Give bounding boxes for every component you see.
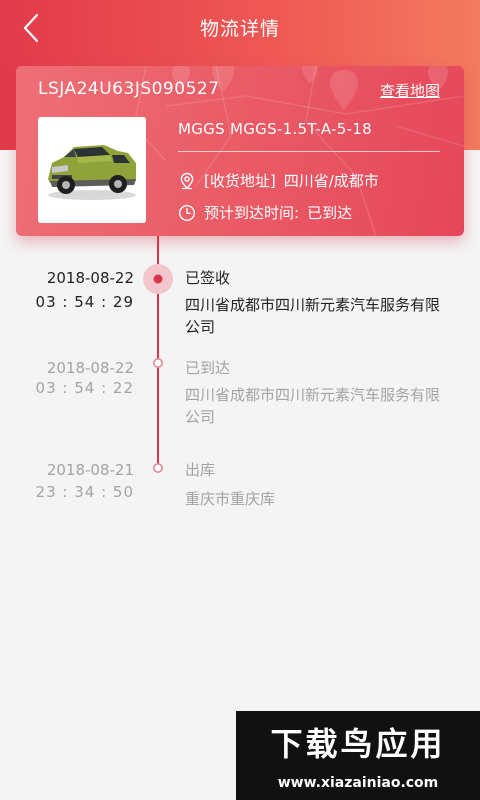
timeline-location: 四川省成都市四川新元素汽车服务有限公司 <box>185 386 441 426</box>
card-divider <box>178 151 440 152</box>
vehicle-model: MGGS MGGS-1.5T-A-5-18 <box>178 120 373 138</box>
eta-row: 预计到达时间: 已到达 <box>178 202 352 223</box>
timeline-status: 已到达 <box>185 359 231 377</box>
watermark-banner: 下载鸟应用 www.xiazainiao.com <box>236 711 480 800</box>
page-title: 物流详情 <box>199 18 280 40</box>
vehicle-vin: LSJA24U63JS090527 <box>38 79 220 99</box>
timeline-time: 23 : 34 : 50 <box>35 483 134 501</box>
delivery-address-value: 四川省/成都市 <box>283 172 379 190</box>
timeline-time: 03 : 54 : 22 <box>35 379 134 397</box>
timeline-dot-icon <box>153 358 163 368</box>
timeline-status: 已签收 <box>185 269 231 287</box>
car-image-icon <box>38 117 146 223</box>
watermark-url: www.xiazainiao.com <box>277 775 439 791</box>
delivery-address-label: [收货地址] <box>204 172 276 190</box>
timeline-date: 2018-08-21 <box>46 461 134 479</box>
timeline-dot-icon <box>153 463 163 473</box>
vehicle-thumbnail <box>38 117 146 223</box>
eta-value: 已到达 <box>307 204 353 222</box>
timeline-date: 2018-08-22 <box>46 359 134 377</box>
timeline-location: 四川省成都市四川新元素汽车服务有限公司 <box>185 296 441 336</box>
delivery-address-row: [收货地址] 四川省/成都市 <box>178 170 379 191</box>
watermark-title: 下载鸟应用 <box>270 725 446 763</box>
timeline-status: 出库 <box>185 461 216 479</box>
navigation-bar: 物流详情 <box>0 0 480 56</box>
view-map-link[interactable]: 查看地图 <box>380 80 440 101</box>
vehicle-card: LSJA24U63JS090527 查看地图 MGGS MGGS-1.5T-A-… <box>16 66 464 236</box>
location-pin-icon <box>180 172 194 189</box>
clock-icon <box>178 204 196 221</box>
timeline-active-dot-icon <box>143 264 173 294</box>
timeline-date: 2018-08-22 <box>46 269 134 287</box>
timeline-location: 重庆市重庆库 <box>185 490 276 508</box>
timeline-time: 03 : 54 : 29 <box>35 293 134 311</box>
eta-label: 预计到达时间: <box>204 204 300 222</box>
